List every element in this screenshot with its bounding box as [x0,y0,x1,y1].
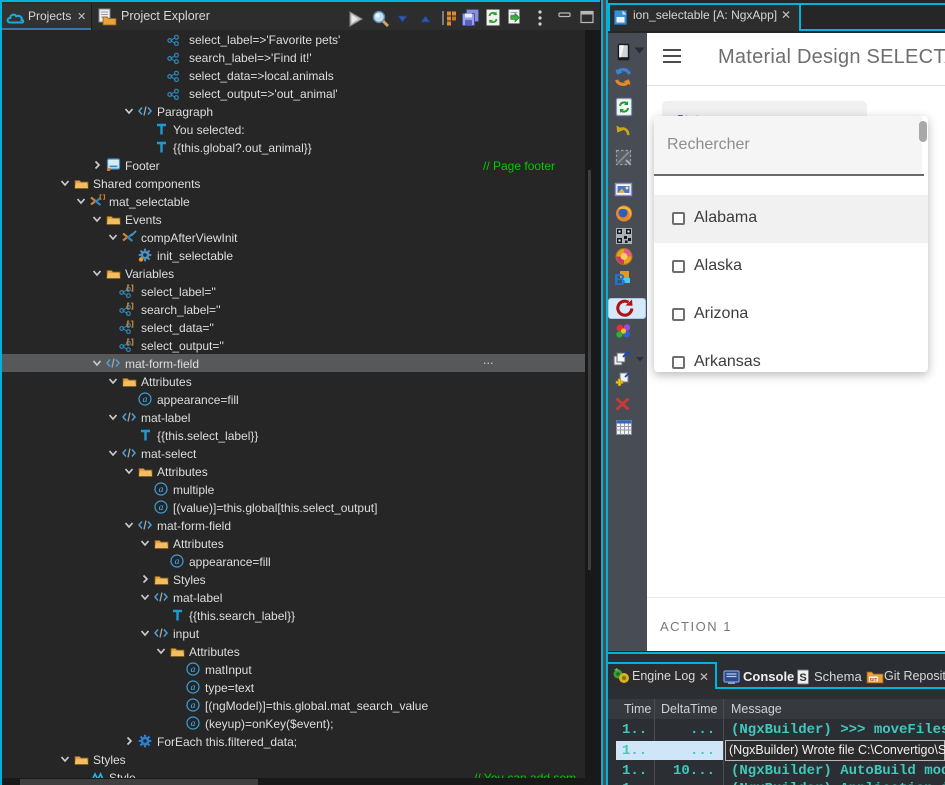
svg-text:a: a [175,557,180,567]
svg-text:S: S [799,672,806,684]
svg-text:a: a [191,683,196,693]
svg-text:a: a [191,701,196,711]
svg-text:a: a [191,665,196,675]
svg-text:a: a [191,719,196,729]
svg-text:a: a [159,485,164,495]
svg-text:B: B [614,272,626,289]
svg-text:GIT: GIT [870,677,878,682]
svg-text:a: a [159,503,164,513]
svg-text:a: a [143,395,148,405]
